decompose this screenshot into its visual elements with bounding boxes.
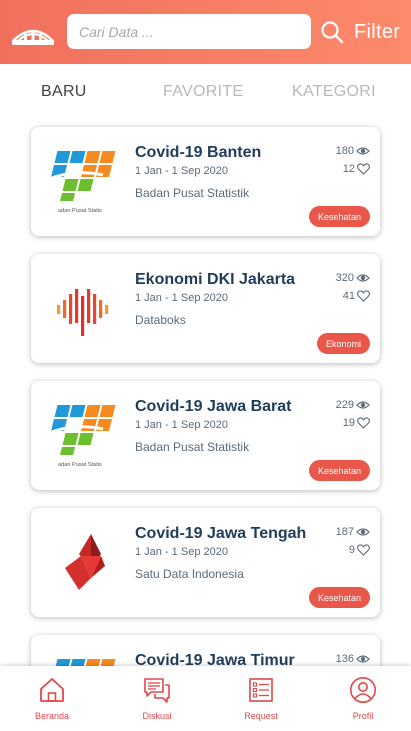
search-icon: [321, 21, 344, 44]
app-logo-icon[interactable]: [10, 20, 56, 46]
category-tag[interactable]: Kesehatan: [308, 206, 370, 227]
bps-logo-icon: [54, 659, 116, 666]
dataset-card[interactable]: Ekonomi DKI Jakarta 1 Jan - 1 Sep 2020 D…: [31, 254, 380, 363]
heart-icon: [357, 417, 370, 429]
card-date: 1 Jan - 1 Sep 2020: [135, 546, 228, 558]
eye-icon: [356, 274, 370, 282]
svg-text:adan Pusat Statis: adan Pusat Statis: [58, 208, 102, 214]
nav-profil[interactable]: Profil: [333, 676, 393, 726]
card-source: Badan Pusat Statistik: [135, 186, 250, 200]
like-count[interactable]: 41: [343, 290, 370, 302]
bps-logo-icon: adan Pusat Statis: [48, 405, 116, 468]
eye-icon: [356, 655, 370, 663]
dataset-card[interactable]: adan Pusat Statis Covid-19 Jawa Barat 1 …: [31, 381, 380, 490]
chat-icon: [144, 678, 170, 703]
view-count: 229: [336, 399, 370, 411]
databoks-logo-icon: [57, 289, 109, 336]
app-header: Filter: [0, 0, 411, 64]
like-count[interactable]: 12: [343, 163, 370, 175]
nav-label: Profil: [352, 711, 374, 721]
like-count[interactable]: 9: [349, 544, 370, 556]
category-tag[interactable]: Ekonomi: [316, 333, 370, 354]
nav-beranda[interactable]: Beranda: [22, 676, 82, 726]
search-input[interactable]: [67, 14, 311, 49]
category-tag[interactable]: Kesehatan: [308, 460, 370, 481]
tab-bar: BARU FAVORITE KATEGORI: [0, 80, 411, 106]
card-title: Covid-19 Jawa Timur: [135, 652, 295, 666]
dataset-card[interactable]: Covid-19 Jawa Tengah 1 Jan - 1 Sep 2020 …: [31, 508, 380, 617]
card-title: Covid-19 Jawa Tengah: [135, 525, 307, 542]
filter-button[interactable]: Filter: [320, 17, 400, 47]
card-date: 1 Jan - 1 Sep 2020: [135, 419, 228, 431]
card-title: Ekonomi DKI Jakarta: [135, 271, 296, 288]
nav-request[interactable]: Request: [231, 676, 291, 726]
card-source: Satu Data Indonesia: [135, 567, 244, 581]
bottom-navigation: Beranda Diskusi Request Profil: [0, 666, 411, 731]
nav-label: Request: [244, 711, 278, 721]
eye-icon: [356, 528, 370, 536]
view-count: 180: [336, 145, 370, 157]
view-count: 320: [336, 272, 370, 284]
svg-text:adan Pusat Statis: adan Pusat Statis: [58, 462, 102, 468]
search-box[interactable]: [67, 14, 311, 49]
heart-icon: [357, 290, 370, 302]
like-count[interactable]: 19: [343, 417, 370, 429]
bps-logo-icon: adan Pusat Statis: [48, 151, 116, 214]
request-icon: [249, 678, 273, 702]
card-source: Databoks: [135, 313, 186, 327]
dataset-card[interactable]: adan Pusat Statis Covid-19 Banten 1 Jan …: [31, 127, 380, 236]
eye-icon: [356, 401, 370, 409]
nav-label: Diskusi: [142, 711, 172, 721]
category-tag[interactable]: Kesehatan: [308, 587, 370, 608]
eye-icon: [356, 147, 370, 155]
heart-icon: [357, 163, 370, 175]
card-date: 1 Jan - 1 Sep 2020: [135, 165, 228, 177]
card-source: Badan Pusat Statistik: [135, 440, 250, 454]
card-title: Covid-19 Jawa Barat: [135, 398, 292, 415]
satu-data-logo-icon: [65, 534, 105, 590]
dataset-card[interactable]: Covid-19 Jawa Timur 136: [31, 635, 380, 666]
filter-label: Filter: [354, 20, 401, 43]
tab-baru[interactable]: BARU: [41, 83, 87, 101]
home-icon: [40, 678, 64, 702]
view-count: 136: [336, 653, 370, 665]
heart-icon: [357, 544, 370, 556]
nav-diskusi[interactable]: Diskusi: [127, 676, 187, 726]
app-screen: Filter BARU FAVORITE KATEGORI: [0, 0, 411, 731]
card-date: 1 Jan - 1 Sep 2020: [135, 292, 228, 304]
card-title: Covid-19 Banten: [135, 144, 262, 161]
tab-favorite[interactable]: FAVORITE: [163, 83, 243, 101]
profile-icon: [350, 677, 376, 703]
nav-label: Beranda: [34, 711, 70, 721]
view-count: 187: [336, 526, 370, 538]
dataset-list: adan Pusat Statis Covid-19 Banten 1 Jan …: [0, 120, 411, 666]
tab-kategori[interactable]: KATEGORI: [292, 83, 376, 101]
